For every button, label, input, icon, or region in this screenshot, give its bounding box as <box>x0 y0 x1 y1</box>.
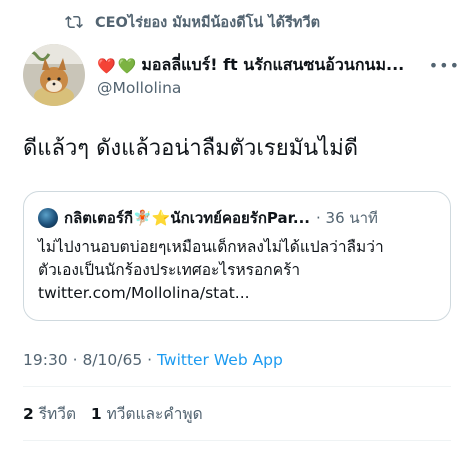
quotes-count: 1 <box>90 405 102 423</box>
divider <box>23 440 451 441</box>
quoted-tweet-text: ไม่ไปงานอบตบ่อยๆเหมือนเด็กหลงไม่ได้แปลว่… <box>38 236 440 305</box>
retweets-count: 2 <box>23 405 34 423</box>
source-app-link[interactable]: Twitter Web App <box>157 351 283 369</box>
tweet-meta: 19:30 · 8/10/65 · Twitter Web App <box>23 351 283 369</box>
quotes-stat[interactable]: 1 ทวีตและคำพูด <box>91 405 203 423</box>
retweets-stat[interactable]: 2 รีทวีต <box>23 405 76 423</box>
retweet-context[interactable]: CEOไร่ยอง มัมหมีน้องดีโน่ ได้รีทวีต <box>63 10 320 34</box>
tweet-text: ดีแล้วๆ ดังแล้วอน่าลืมตัวเรยมันไม่ดี <box>23 136 359 161</box>
quoted-author-name: กลิตเตอร์กี🧚🏼⭐นักเวทย์คอยรักPar... <box>64 209 310 227</box>
quoted-line: ไม่ไปงานอบตบ่อยๆเหมือนเด็กหลงไม่ได้แปลว่… <box>38 238 384 256</box>
retweet-icon <box>65 15 83 29</box>
retweets-label: รีทวีต <box>38 405 77 423</box>
quoted-avatar <box>38 208 58 228</box>
quoted-tweet-header: กลิตเตอร์กี🧚🏼⭐นักเวทย์คอยรักPar... · 36 … <box>38 206 438 230</box>
quoted-tweet[interactable]: กลิตเตอร์กี🧚🏼⭐นักเวทย์คอยรักPar... · 36 … <box>23 191 451 321</box>
retweet-label: CEOไร่ยอง มัมหมีน้องดีโน่ ได้รีทวีต <box>95 14 320 31</box>
more-icon[interactable]: ••• <box>429 56 460 75</box>
divider <box>23 386 451 387</box>
quoted-line: ตัวเองเป็นนักร้องประเทศอะไรหรอกคร้า <box>38 261 301 279</box>
author-name[interactable]: ❤️ 💚 มอลลี่แบร์! ft นรักแสนซนอ้วนกนม... <box>97 53 414 78</box>
red-heart-icon: ❤️ <box>97 56 116 75</box>
tweet-stats: 2 รีทวีต 1 ทวีตและคำพูด <box>23 401 203 426</box>
quoted-timestamp: · 36 นาที <box>315 209 378 227</box>
avatar[interactable] <box>23 44 85 106</box>
green-heart-icon: 💚 <box>117 56 137 75</box>
tweet-timestamp[interactable]: 19:30 · 8/10/65 · <box>23 351 157 369</box>
author-display-name: มอลลี่แบร์! ft นรักแสนซนอ้วนกนม... <box>141 55 405 74</box>
author-handle[interactable]: @Mollolina <box>97 79 181 97</box>
quoted-link[interactable]: twitter.com/Mollolina/stat... <box>38 282 440 305</box>
quotes-label: ทวีตและคำพูด <box>106 405 203 423</box>
